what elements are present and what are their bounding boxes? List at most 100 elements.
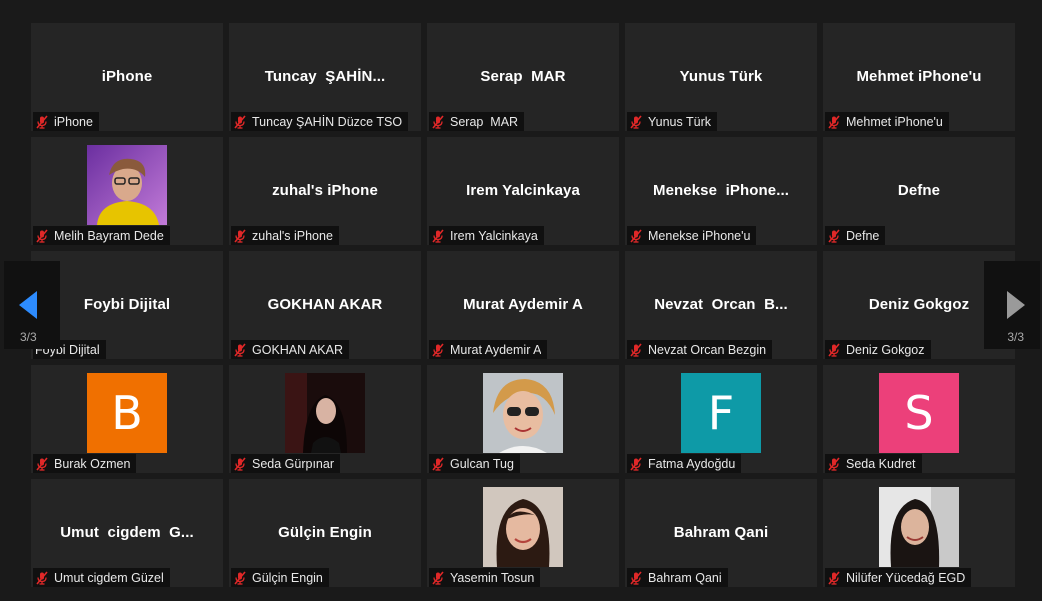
participant-name-label: Murat Aydemir A [450, 342, 542, 357]
participant-tile[interactable]: Mehmet iPhone'u Mehmet iPhone'u [823, 23, 1015, 131]
name-tag: iPhone [33, 112, 99, 131]
page-indicator: 3/3 [1007, 330, 1024, 344]
participant-tile[interactable]: Gülçin Engin Gülçin Engin [229, 479, 421, 587]
participant-display-name: Murat Aydemir A [463, 295, 583, 313]
muted-mic-icon [431, 570, 445, 585]
participant-tile[interactable]: Seda Gürpınar [229, 365, 421, 473]
participant-display-name: Umut cigdem G... [60, 523, 194, 541]
name-tag: Seda Kudret [825, 454, 922, 473]
participant-name-label: Gulcan Tug [450, 456, 514, 471]
name-tag: Deniz Gokgoz [825, 340, 931, 359]
avatar [483, 373, 563, 453]
name-tag: Melih Bayram Dede [33, 226, 170, 245]
muted-mic-icon [629, 228, 643, 243]
muted-mic-icon [827, 228, 841, 243]
participant-tile[interactable]: F Fatma Aydoğdu [625, 365, 817, 473]
participant-display-name: Gülçin Engin [278, 523, 372, 541]
arrow-right-icon [1007, 291, 1025, 319]
participant-name-label: Yunus Türk [648, 114, 712, 129]
participant-display-name: Mehmet iPhone'u [856, 67, 982, 85]
participant-tile[interactable]: Tuncay ŞAHİN... Tuncay ŞAHİN Düzce TSO [229, 23, 421, 131]
muted-mic-icon [827, 570, 841, 585]
avatar [87, 145, 167, 225]
name-tag: Umut cigdem Güzel [33, 568, 170, 587]
name-tag: Yasemin Tosun [429, 568, 541, 587]
participant-name-label: Gülçin Engin [252, 570, 323, 585]
participant-display-name: Tuncay ŞAHİN... [264, 67, 386, 85]
participant-tile[interactable]: B Burak Ozmen [31, 365, 223, 473]
avatar [285, 373, 365, 453]
muted-mic-icon [35, 570, 49, 585]
name-tag: Menekse iPhone'u [627, 226, 757, 245]
name-tag: Irem Yalcinkaya [429, 226, 544, 245]
name-tag: Nevzat Orcan Bezgin [627, 340, 773, 359]
name-tag: Seda Gürpınar [231, 454, 340, 473]
muted-mic-icon [233, 342, 247, 357]
name-tag: Mehmet iPhone'u [825, 112, 949, 131]
participant-tile[interactable]: S Seda Kudret [823, 365, 1015, 473]
muted-mic-icon [629, 342, 643, 357]
arrow-left-icon [19, 291, 37, 319]
participant-tile[interactable]: Yasemin Tosun [427, 479, 619, 587]
participant-tile[interactable]: Defne Defne [823, 137, 1015, 245]
participant-name-label: Irem Yalcinkaya [450, 228, 538, 243]
participant-tile[interactable]: zuhal's iPhone zuhal's iPhone [229, 137, 421, 245]
participant-name-label: zuhal's iPhone [252, 228, 333, 243]
muted-mic-icon [431, 342, 445, 357]
participant-tile[interactable]: Melih Bayram Dede [31, 137, 223, 245]
participant-tile[interactable]: Murat Aydemir A Murat Aydemir A [427, 251, 619, 359]
name-tag: GOKHAN AKAR [231, 340, 349, 359]
participant-tile[interactable]: Nevzat Orcan B... Nevzat Orcan Bezgin [625, 251, 817, 359]
muted-mic-icon [233, 570, 247, 585]
muted-mic-icon [431, 456, 445, 471]
participant-display-name: GOKHAN AKAR [267, 295, 383, 313]
muted-mic-icon [233, 228, 247, 243]
participant-display-name: Defne [897, 181, 941, 199]
name-tag: Defne [825, 226, 886, 245]
participant-tile[interactable]: Yunus Türk Yunus Türk [625, 23, 817, 131]
participant-name-label: Fatma Aydoğdu [648, 456, 736, 471]
participant-tile[interactable]: Bahram Qani Bahram Qani [625, 479, 817, 587]
participant-tile[interactable]: Serap MAR Serap MAR [427, 23, 619, 131]
participant-name-label: Burak Ozmen [54, 456, 131, 471]
participant-tile[interactable]: iPhone iPhone [31, 23, 223, 131]
participant-name-label: Yasemin Tosun [450, 570, 535, 585]
name-tag: Nilüfer Yücedağ EGD [825, 568, 972, 587]
participant-tile[interactable]: GOKHAN AKAR GOKHAN AKAR [229, 251, 421, 359]
next-page-button[interactable]: 3/3 [984, 261, 1040, 349]
muted-mic-icon [827, 342, 841, 357]
participant-name-label: Serap MAR [450, 114, 519, 129]
muted-mic-icon [35, 456, 49, 471]
muted-mic-icon [233, 114, 247, 129]
participant-tile[interactable]: Gulcan Tug [427, 365, 619, 473]
muted-mic-icon [431, 228, 445, 243]
participant-tile[interactable]: Nilüfer Yücedağ EGD [823, 479, 1015, 587]
participant-tile[interactable]: Umut cigdem G... Umut cigdem Güzel [31, 479, 223, 587]
participant-display-name: Irem Yalcinkaya [466, 181, 580, 199]
avatar [483, 487, 563, 567]
participant-name-label: Melih Bayram Dede [54, 228, 164, 243]
participant-display-name: Bahram Qani [673, 523, 769, 541]
letter-avatar: B [87, 373, 167, 453]
participant-display-name: Deniz Gokgoz [868, 295, 970, 313]
name-tag: Gülçin Engin [231, 568, 329, 587]
participant-tile[interactable]: Menekse iPhone... Menekse iPhone'u [625, 137, 817, 245]
name-tag: Murat Aydemir A [429, 340, 548, 359]
participant-name-label: Defne [846, 228, 880, 243]
name-tag: Gulcan Tug [429, 454, 520, 473]
participant-name-label: Mehmet iPhone'u [846, 114, 943, 129]
name-tag: zuhal's iPhone [231, 226, 339, 245]
avatar [879, 487, 959, 567]
name-tag: Fatma Aydoğdu [627, 454, 742, 473]
previous-page-button[interactable]: 3/3 [4, 261, 60, 349]
participant-display-name: Menekse iPhone... [652, 181, 789, 199]
letter-avatar: S [879, 373, 959, 453]
participant-tile[interactable]: Irem Yalcinkaya Irem Yalcinkaya [427, 137, 619, 245]
participant-display-name: zuhal's iPhone [272, 181, 378, 199]
video-gallery-view: iPhone iPhone Tuncay ŞAHİN... Tuncay ŞAHİN … [0, 0, 1042, 601]
participant-name-label: Menekse iPhone'u [648, 228, 751, 243]
participant-display-name: Yunus Türk [679, 67, 763, 85]
participant-name-label: Tuncay ŞAHİN Düzce TSO [252, 114, 403, 129]
muted-mic-icon [35, 114, 49, 129]
participant-display-name: Nevzat Orcan B... [654, 295, 788, 313]
